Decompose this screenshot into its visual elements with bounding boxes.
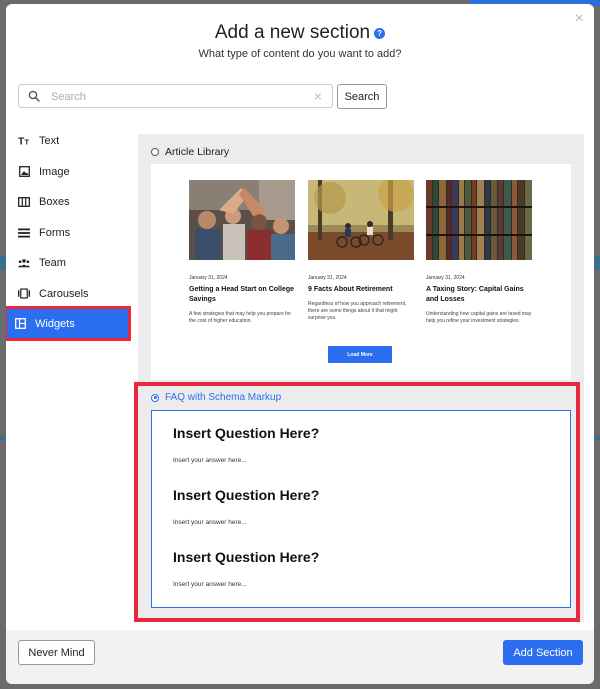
article-library-label: Article Library (165, 146, 230, 158)
forms-icon (18, 227, 30, 239)
add-section-modal: × Add a new section? What type of conten… (6, 4, 594, 684)
article-title: A Taxing Story: Capital Gains and Losses (426, 286, 524, 303)
faq-preview[interactable]: Insert Question Here? Insert your answer… (151, 410, 571, 608)
sidebar-item-image[interactable]: Image (6, 157, 132, 188)
modal-title-row: Add a new section? (6, 22, 594, 44)
sidebar-item-label: Carousels (39, 287, 89, 300)
article-description: Regardless of how you approach retiremen… (308, 301, 407, 321)
article-title: 9 Facts About Retirement (308, 286, 393, 293)
faq-question: Insert Question Here? (173, 487, 320, 503)
search-icon (28, 90, 40, 102)
article-date: January 31, 2024 (426, 275, 465, 281)
bookshelf-photo (426, 180, 532, 260)
sidebar-item-boxes[interactable]: Boxes (6, 187, 132, 218)
team-icon (18, 257, 30, 269)
article-library-radio[interactable] (151, 148, 159, 156)
add-section-button[interactable]: Add Section (503, 640, 583, 665)
article-card: January 31, 2024 A Taxing Story: Capital… (426, 180, 533, 325)
never-mind-button[interactable]: Never Mind (18, 640, 95, 665)
search-box: × (18, 84, 333, 108)
faq-answer: Insert your answer here... (173, 457, 247, 464)
students-high-five-photo (189, 180, 295, 260)
sidebar-item-label: Forms (39, 226, 71, 239)
carousels-icon (18, 288, 30, 300)
article-card: January 31, 2024 9 Facts About Retiremen… (308, 176, 415, 322)
text-icon: TT (18, 135, 30, 147)
article-title: Getting a Head Start on College Savings (189, 286, 295, 303)
search-button[interactable]: Search (337, 84, 387, 109)
sidebar-item-label: Boxes (39, 196, 70, 209)
modal-footer: Never Mind Add Section (6, 630, 594, 684)
sidebar-item-forms[interactable]: Forms (6, 218, 132, 249)
sidebar-item-carousels[interactable]: Carousels (6, 279, 132, 310)
sidebar-item-label: Image (39, 165, 70, 178)
modal-title: Add a new section (214, 22, 371, 43)
background-banner-right (594, 256, 600, 270)
article-date: January 31, 2024 (308, 275, 347, 281)
clear-search-icon[interactable]: × (314, 88, 322, 104)
sidebar-item-text[interactable]: TT Text (6, 126, 132, 157)
article-library-preview[interactable]: January 31, 2024 Getting a Head Start on… (151, 164, 571, 380)
widgets-icon (14, 318, 26, 330)
faq-answer: Insert your answer here... (173, 519, 247, 526)
svg-text:T: T (24, 138, 29, 147)
article-description: Understanding how capital gains are taxe… (426, 311, 532, 324)
modal-subtitle: What type of content do you want to add? (198, 48, 402, 60)
sidebar-item-label: Text (39, 135, 60, 148)
help-icon[interactable]: ? (374, 27, 386, 39)
article-description: A few strategies that may help you prepa… (189, 311, 291, 324)
sidebar-item-widgets[interactable]: Widgets (6, 306, 131, 341)
faq-question: Insert Question Here? (173, 425, 320, 441)
faq-answer: Insert your answer here... (173, 581, 247, 588)
faq-label: FAQ with Schema Markup (165, 392, 282, 403)
article-card: January 31, 2024 Getting a Head Start on… (189, 180, 296, 325)
article-library-option[interactable]: Article Library (151, 146, 229, 158)
faq-radio[interactable] (151, 393, 159, 402)
faq-question: Insert Question Here? (173, 549, 320, 565)
sidebar-item-team[interactable]: Team (6, 248, 132, 279)
search-input[interactable] (51, 89, 291, 104)
article-date: January 31, 2024 (189, 275, 228, 281)
section-type-sidebar: TT Text Image Boxes Forms Team Carousels… (6, 126, 132, 341)
sidebar-item-label: Team (39, 257, 66, 270)
load-more-button[interactable]: Load More (328, 346, 392, 363)
background-band-right (594, 436, 600, 440)
sidebar-item-label: Widgets (35, 317, 75, 330)
faq-option[interactable]: FAQ with Schema Markup (151, 392, 281, 403)
cyclists-autumn-photo (308, 176, 414, 260)
image-icon (18, 166, 30, 178)
boxes-icon (18, 196, 30, 208)
widget-options-panel: Article Library January 31, 2024 Getting… (138, 134, 584, 622)
